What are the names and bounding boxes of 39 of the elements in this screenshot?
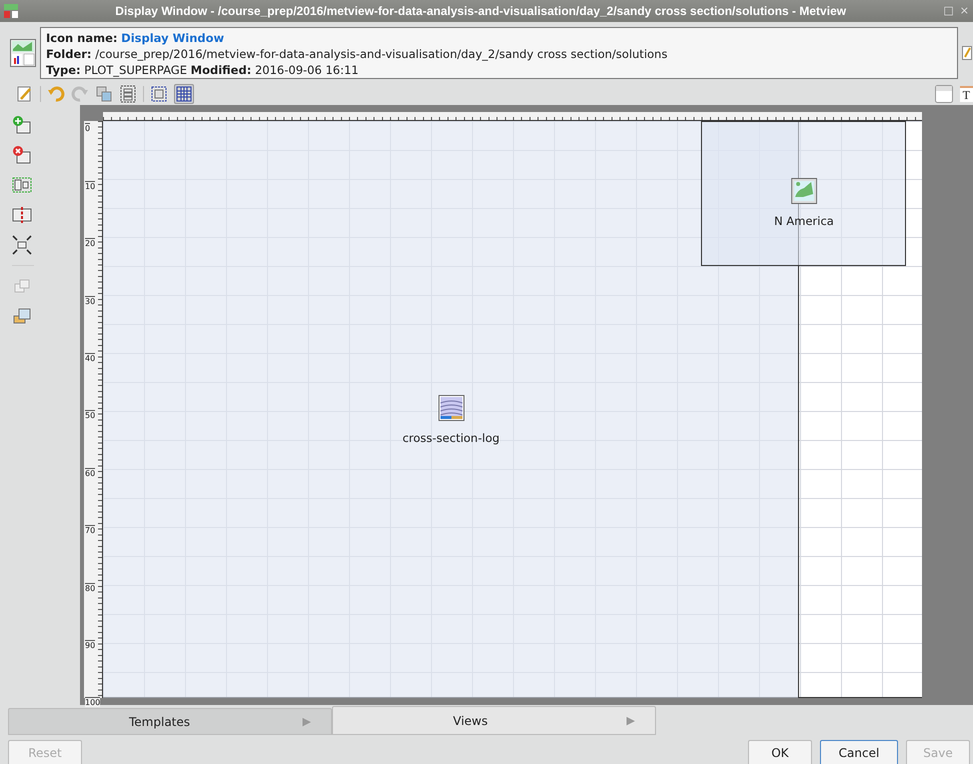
info-line: Folder: /course_prep/2016/metview-for-data-analysis-and-visualisation/day_2/sandy cross section/solutions [46, 46, 668, 62]
info-line: Type: PLOT_SUPERPAGE Modified: 2016-09-06 16:11 [46, 62, 360, 78]
display-window-icon [10, 38, 36, 67]
view-label: cross-section-log [402, 431, 500, 446]
dialog-button[interactable]: Cancel [820, 740, 898, 764]
expand-icon[interactable] [12, 235, 32, 256]
ruler-label: 10 [85, 180, 96, 191]
grid-toggle-button[interactable] [174, 84, 194, 104]
app-icon [4, 4, 18, 18]
text-tool-button[interactable]: T [960, 86, 973, 102]
cross-section-icon[interactable] [438, 395, 464, 422]
window-title: Display Window - /course_prep/2016/metview-for-data-analysis-and-visualisation/day_2/sandy cross section/solutions - Metview [114, 4, 848, 18]
ruler-label: 80 [85, 582, 96, 593]
ruler-label: 70 [85, 525, 96, 536]
divide-icon[interactable] [12, 205, 32, 226]
edit-icon[interactable] [16, 85, 34, 104]
info-line: Icon name: Display Window [46, 30, 226, 46]
ruler-label: 60 [85, 468, 96, 478]
duplicate-icon[interactable] [95, 85, 113, 104]
tab[interactable]: Views ▶ [332, 706, 656, 735]
ruler-label: 30 [85, 296, 96, 306]
ruler-label: 50 [85, 410, 96, 420]
map-icon[interactable] [791, 178, 817, 204]
view-label: N America [774, 214, 834, 228]
ruler-label: 40 [85, 353, 96, 363]
ruler-label: 90 [85, 640, 96, 650]
tab[interactable]: Templates ▶ [8, 708, 332, 735]
fit-view-icon[interactable] [12, 306, 32, 326]
dialog-button[interactable]: OK [748, 740, 812, 764]
frame-icon[interactable] [150, 85, 168, 104]
ruler-label: 20 [85, 238, 96, 248]
edit-icon[interactable] [962, 46, 972, 60]
stack-icon[interactable] [119, 85, 137, 104]
remove-view-icon[interactable] [12, 145, 32, 166]
ruler-label: 0 [85, 123, 90, 134]
add-view-icon[interactable] [12, 115, 32, 136]
ruler-label: 100 [85, 697, 100, 708]
split-icon[interactable] [12, 175, 32, 196]
layout-icon[interactable] [934, 84, 954, 104]
